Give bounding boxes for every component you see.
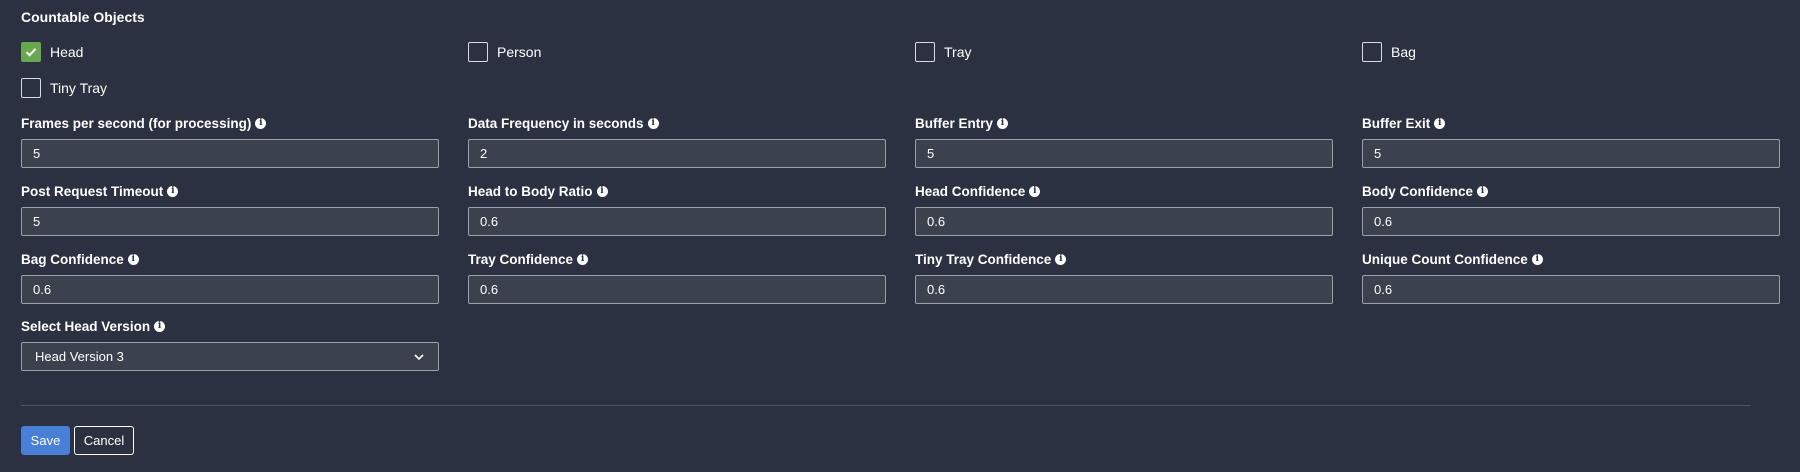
info-icon[interactable]: i [577, 253, 589, 265]
info-icon[interactable]: i [1531, 253, 1543, 265]
field-fps: Frames per second (for processing) i [21, 115, 439, 168]
cancel-button[interactable]: Cancel [74, 426, 134, 455]
buffer-exit-label: Buffer Exit [1362, 115, 1431, 131]
buffer-entry-input[interactable] [915, 139, 1333, 168]
tiny-tray-confidence-label: Tiny Tray Confidence [915, 251, 1052, 267]
divider [21, 405, 1751, 406]
field-post-request-timeout: Post Request Timeout i [21, 183, 439, 236]
bag-confidence-label: Bag Confidence [21, 251, 124, 267]
checkbox-head-box[interactable] [21, 42, 41, 62]
field-buffer-exit: Buffer Exit i [1362, 115, 1780, 168]
body-confidence-label: Body Confidence [1362, 183, 1474, 199]
checkbox-person-label: Person [497, 44, 542, 60]
save-button[interactable]: Save [21, 426, 70, 455]
chevron-down-icon [413, 351, 425, 363]
info-icon[interactable]: i [647, 117, 659, 129]
checkbox-person-box[interactable] [468, 42, 488, 62]
settings-panel: Countable Objects Head Person Tray Bag T… [0, 0, 1800, 472]
check-icon [25, 48, 37, 57]
field-tray-confidence: Tray Confidence i [468, 251, 886, 304]
checkbox-bag[interactable]: Bag [1362, 42, 1416, 62]
head-version-select[interactable]: Head Version 3 [21, 342, 439, 371]
info-icon[interactable]: i [997, 117, 1009, 129]
checkbox-person[interactable]: Person [468, 42, 541, 62]
info-icon[interactable]: i [1055, 253, 1067, 265]
tiny-tray-confidence-input[interactable] [915, 275, 1333, 304]
checkbox-tray[interactable]: Tray [915, 42, 971, 62]
countable-objects-title: Countable Objects [21, 9, 145, 25]
info-icon[interactable]: i [1029, 185, 1041, 197]
info-icon[interactable]: i [154, 320, 166, 332]
checkbox-tray-box[interactable] [915, 42, 935, 62]
checkbox-tiny-tray-box[interactable] [21, 78, 41, 98]
head-confidence-label: Head Confidence [915, 183, 1026, 199]
fps-label: Frames per second (for processing) [21, 115, 252, 131]
field-head-to-body-ratio: Head to Body Ratio i [468, 183, 886, 236]
fps-input[interactable] [21, 139, 439, 168]
checkbox-tiny-tray-label: Tiny Tray [50, 80, 108, 96]
unique-count-confidence-label: Unique Count Confidence [1362, 251, 1528, 267]
buffer-exit-input[interactable] [1362, 139, 1780, 168]
head-to-body-ratio-label: Head to Body Ratio [468, 183, 593, 199]
info-icon[interactable]: i [127, 253, 139, 265]
bag-confidence-input[interactable] [21, 275, 439, 304]
field-buffer-entry: Buffer Entry i [915, 115, 1333, 168]
field-bag-confidence: Bag Confidence i [21, 251, 439, 304]
post-request-timeout-input[interactable] [21, 207, 439, 236]
data-frequency-label: Data Frequency in seconds [468, 115, 644, 131]
head-to-body-ratio-input[interactable] [468, 207, 886, 236]
data-frequency-input[interactable] [468, 139, 886, 168]
checkbox-tray-label: Tray [944, 44, 972, 60]
checkbox-bag-box[interactable] [1362, 42, 1382, 62]
buffer-entry-label: Buffer Entry [915, 115, 994, 131]
info-icon[interactable]: i [167, 185, 179, 197]
field-unique-count-confidence: Unique Count Confidence i [1362, 251, 1780, 304]
head-confidence-input[interactable] [915, 207, 1333, 236]
field-data-frequency: Data Frequency in seconds i [468, 115, 886, 168]
field-head-version: Select Head Version i Head Version 3 [21, 318, 439, 371]
tray-confidence-input[interactable] [468, 275, 886, 304]
head-version-label: Select Head Version [21, 318, 151, 334]
field-body-confidence: Body Confidence i [1362, 183, 1780, 236]
checkbox-tiny-tray[interactable]: Tiny Tray [21, 78, 107, 98]
head-version-selected: Head Version 3 [35, 349, 124, 364]
checkbox-bag-label: Bag [1391, 44, 1416, 60]
post-request-timeout-label: Post Request Timeout [21, 183, 164, 199]
info-icon[interactable]: i [596, 185, 608, 197]
info-icon[interactable]: i [1434, 117, 1446, 129]
unique-count-confidence-input[interactable] [1362, 275, 1780, 304]
info-icon[interactable]: i [1477, 185, 1489, 197]
checkbox-head[interactable]: Head [21, 42, 83, 62]
field-tiny-tray-confidence: Tiny Tray Confidence i [915, 251, 1333, 304]
field-head-confidence: Head Confidence i [915, 183, 1333, 236]
checkbox-head-label: Head [50, 44, 84, 60]
body-confidence-input[interactable] [1362, 207, 1780, 236]
info-icon[interactable]: i [255, 117, 267, 129]
tray-confidence-label: Tray Confidence [468, 251, 574, 267]
